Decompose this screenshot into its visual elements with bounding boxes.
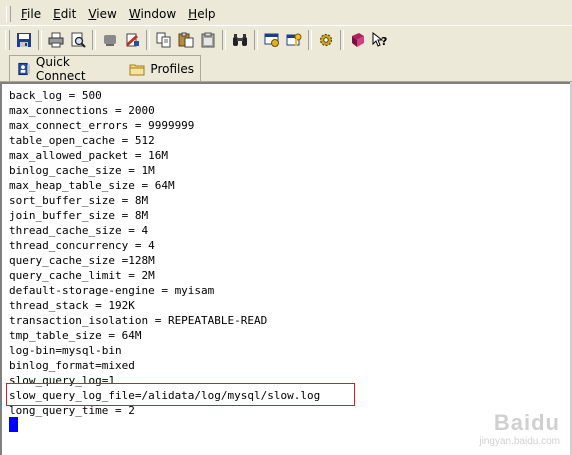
text-cursor (9, 417, 18, 432)
clipboard-button[interactable] (198, 30, 218, 50)
global-options-button[interactable] (316, 30, 336, 50)
new-file-button[interactable] (122, 30, 142, 50)
profiles-label: Profiles (150, 61, 194, 76)
config-line: default-storage-engine = myisam (9, 284, 215, 297)
quick-connect-icon (18, 62, 30, 75)
config-line: max_heap_table_size = 64M (9, 179, 175, 192)
terminal-editor[interactable]: back_log = 500 max_connections = 2000 max_… (0, 82, 570, 455)
quick-connect-button[interactable]: Quick Connect (10, 54, 123, 83)
copy-button[interactable] (154, 30, 174, 50)
connect-bar: Quick Connect Profiles (0, 54, 572, 83)
menu-file-label: ile (27, 7, 42, 21)
print-button[interactable] (46, 30, 66, 50)
gear-icon (319, 33, 333, 47)
config-line: query_cache_limit = 2M (9, 269, 155, 282)
print-preview-icon (71, 32, 86, 48)
context-help-icon: ? (372, 32, 387, 48)
menu-window[interactable]: Window (123, 5, 182, 23)
folder-icon (129, 64, 145, 75)
menu-view[interactable]: View (82, 5, 122, 23)
config-line: table_open_cache = 512 (9, 134, 155, 147)
config-line: thread_concurrency = 4 (9, 239, 155, 252)
config-line: join_buffer_size = 8M (9, 209, 149, 222)
help-book-icon (352, 33, 364, 47)
disconnect-icon (104, 35, 116, 46)
key-icon (286, 33, 302, 46)
clipboard-icon (201, 32, 215, 48)
watermark: Baidu jingyan.baidu.com (479, 410, 560, 447)
menu-help-label: elp (197, 7, 216, 21)
find-button[interactable] (230, 30, 250, 50)
toolbar-separator (92, 30, 96, 50)
config-line: binlog_cache_size = 1M (9, 164, 155, 177)
config-line: max_connections = 2000 (9, 104, 155, 117)
connect-panel: Quick Connect Profiles (9, 54, 201, 83)
toolbar-separator (38, 30, 42, 50)
config-line: thread_stack = 192K (9, 299, 135, 312)
print-icon (48, 32, 64, 48)
save-icon (17, 33, 31, 47)
toolbar-separator (340, 30, 344, 50)
save-button[interactable] (14, 30, 34, 50)
config-line: back_log = 500 (9, 89, 102, 102)
menu-help[interactable]: Help (182, 5, 221, 23)
highlight-box (6, 383, 355, 406)
disconnect-button[interactable] (100, 30, 120, 50)
session-options-button[interactable] (262, 30, 282, 50)
main-toolbar: ? (0, 25, 572, 55)
toolbar-separator (222, 30, 226, 50)
config-text: back_log = 500 max_connections = 2000 max_… (9, 88, 320, 418)
config-line: binlog_format=mixed (9, 359, 135, 372)
config-line: tmp_table_size = 64M (9, 329, 142, 342)
config-line: log-bin=mysql-bin (9, 344, 122, 357)
menu-edit[interactable]: Edit (47, 5, 82, 23)
print-preview-button[interactable] (68, 30, 88, 50)
menu-bar: File Edit View Window Help (0, 3, 572, 25)
config-line: query_cache_size =128M (9, 254, 155, 267)
config-line: sort_buffer_size = 8M (9, 194, 149, 207)
new-file-icon (126, 33, 139, 47)
svg-text:?: ? (381, 35, 387, 48)
menu-window-accel: W (128, 7, 141, 21)
menu-window-label: indow (140, 7, 177, 21)
menu-file[interactable]: File (15, 5, 47, 23)
context-help-button[interactable]: ? (370, 30, 390, 50)
watermark-logo: Baidu (493, 410, 560, 435)
settings-icon (264, 33, 279, 47)
watermark-site: jingyan.baidu.com (479, 436, 560, 447)
config-line: thread_cache_size = 4 (9, 224, 149, 237)
toolbar-separator (146, 30, 150, 50)
menu-edit-accel: E (53, 7, 61, 21)
config-line: transaction_isolation = REPEATABLE-READ (9, 314, 268, 327)
help-book-button[interactable] (348, 30, 368, 50)
profiles-button[interactable]: Profiles (123, 58, 200, 80)
paste-button[interactable] (176, 30, 196, 50)
toolbar-separator (308, 30, 312, 50)
copy-icon (156, 32, 171, 48)
toolbar-separator (254, 30, 258, 50)
config-line: max_connect_errors = 9999999 (9, 119, 195, 132)
menu-bar-grip (6, 6, 11, 22)
config-line: max_allowed_packet = 16M (9, 149, 168, 162)
paste-icon (178, 32, 194, 48)
toolbar-grip[interactable] (5, 30, 10, 50)
menu-view-label: iew (96, 7, 117, 21)
find-icon (233, 34, 247, 46)
key-button[interactable] (284, 30, 304, 50)
menu-edit-label: dit (60, 7, 77, 21)
menu-help-accel: H (188, 7, 198, 21)
quick-connect-label: Quick Connect (35, 54, 86, 83)
